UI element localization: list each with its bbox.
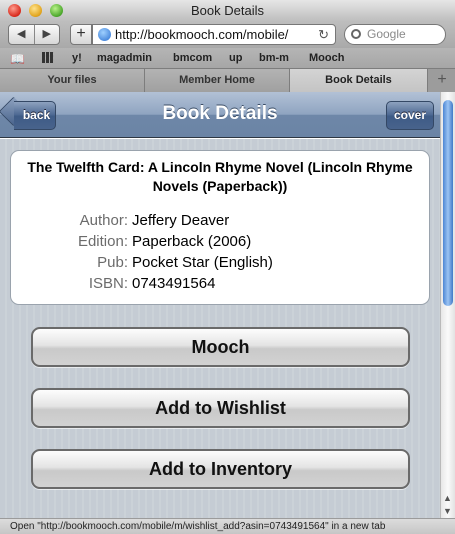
detail-row-author: Author: Jeffery Deaver <box>11 210 431 231</box>
tab-member-home[interactable]: Member Home <box>145 69 290 92</box>
detail-value: Paperback (2006) <box>132 233 252 250</box>
detail-label: Pub: <box>97 254 128 271</box>
scroll-down-arrow-icon[interactable]: ▼ <box>443 506 452 516</box>
new-tab-button[interactable]: + <box>429 69 455 92</box>
reload-icon[interactable]: ↻ <box>318 25 329 44</box>
status-bar: Open "http://bookmooch.com/mobile/m/wish… <box>0 518 455 534</box>
page-title: Book Details <box>162 103 278 124</box>
scroll-up-arrow-icon[interactable]: ▲ <box>443 493 452 503</box>
vertical-scrollbar[interactable]: ▲ ▼ <box>440 92 455 518</box>
bookmark-item[interactable]: bmcom <box>173 52 212 64</box>
add-to-inventory-button[interactable]: Add to Inventory <box>31 449 410 489</box>
bookmarks-bar: 📖 y! magadmin bmcom up bm-m Mooch <box>0 48 455 68</box>
detail-row-edition: Edition: Paperback (2006) <box>11 231 431 252</box>
browser-back-button[interactable]: ◀ <box>9 25 34 44</box>
detail-label: Author: <box>79 212 128 229</box>
tab-your-files[interactable]: Your files <box>0 69 145 92</box>
scrollbar-thumb[interactable] <box>443 100 453 306</box>
window-title: Book Details <box>191 3 264 18</box>
address-field[interactable]: http://bookmooch.com/mobile/ ↻ <box>92 24 336 45</box>
window-titlebar: Book Details <box>0 0 455 22</box>
back-forward-buttons: ◀ ▶ <box>8 24 60 45</box>
detail-row-pub: Pub: Pocket Star (English) <box>11 252 431 273</box>
add-to-wishlist-button[interactable]: Add to Wishlist <box>31 388 410 428</box>
page-content: The Twelfth Card: A Lincoln Rhyme Novel … <box>0 139 440 518</box>
detail-value: Pocket Star (English) <box>132 254 273 271</box>
add-bookmark-button[interactable]: + <box>70 24 92 45</box>
detail-label: Edition: <box>77 233 128 250</box>
detail-label: ISBN: <box>88 275 128 292</box>
tab-book-details[interactable]: Book Details <box>290 69 428 92</box>
detail-value: 0743491564 <box>132 275 216 292</box>
bookmark-item[interactable]: bm-m <box>259 52 289 64</box>
bookmark-item[interactable]: magadmin <box>97 52 152 64</box>
address-text: http://bookmooch.com/mobile/ <box>115 27 289 42</box>
cover-button[interactable]: cover <box>386 101 434 130</box>
search-placeholder: Google <box>367 27 406 41</box>
browser-forward-button[interactable]: ▶ <box>33 25 60 44</box>
detail-row-isbn: ISBN: 0743491564 <box>11 273 431 294</box>
book-title: The Twelfth Card: A Lincoln Rhyme Novel … <box>27 159 413 194</box>
globe-icon <box>98 28 111 41</box>
browser-toolbar: ◀ ▶ + http://bookmooch.com/mobile/ ↻ Goo… <box>0 22 455 48</box>
book-card: The Twelfth Card: A Lincoln Rhyme Novel … <box>10 150 430 305</box>
book-details-list: Author: Jeffery Deaver Edition: Paperbac… <box>11 210 431 294</box>
detail-value: Jeffery Deaver <box>132 212 230 229</box>
top-sites-icon[interactable] <box>42 52 54 63</box>
search-icon <box>351 29 361 39</box>
bookmark-item[interactable]: Mooch <box>309 52 344 64</box>
bookmark-item[interactable]: y! <box>72 52 82 64</box>
bookmarks-book-icon[interactable]: 📖 <box>10 52 25 66</box>
page-navbar: back Book Details cover <box>0 92 440 138</box>
search-field[interactable]: Google <box>344 24 446 45</box>
tab-bar: Your files Member Home Book Details + <box>0 68 455 92</box>
bookmark-item[interactable]: up <box>229 52 242 64</box>
mooch-button[interactable]: Mooch <box>31 327 410 367</box>
